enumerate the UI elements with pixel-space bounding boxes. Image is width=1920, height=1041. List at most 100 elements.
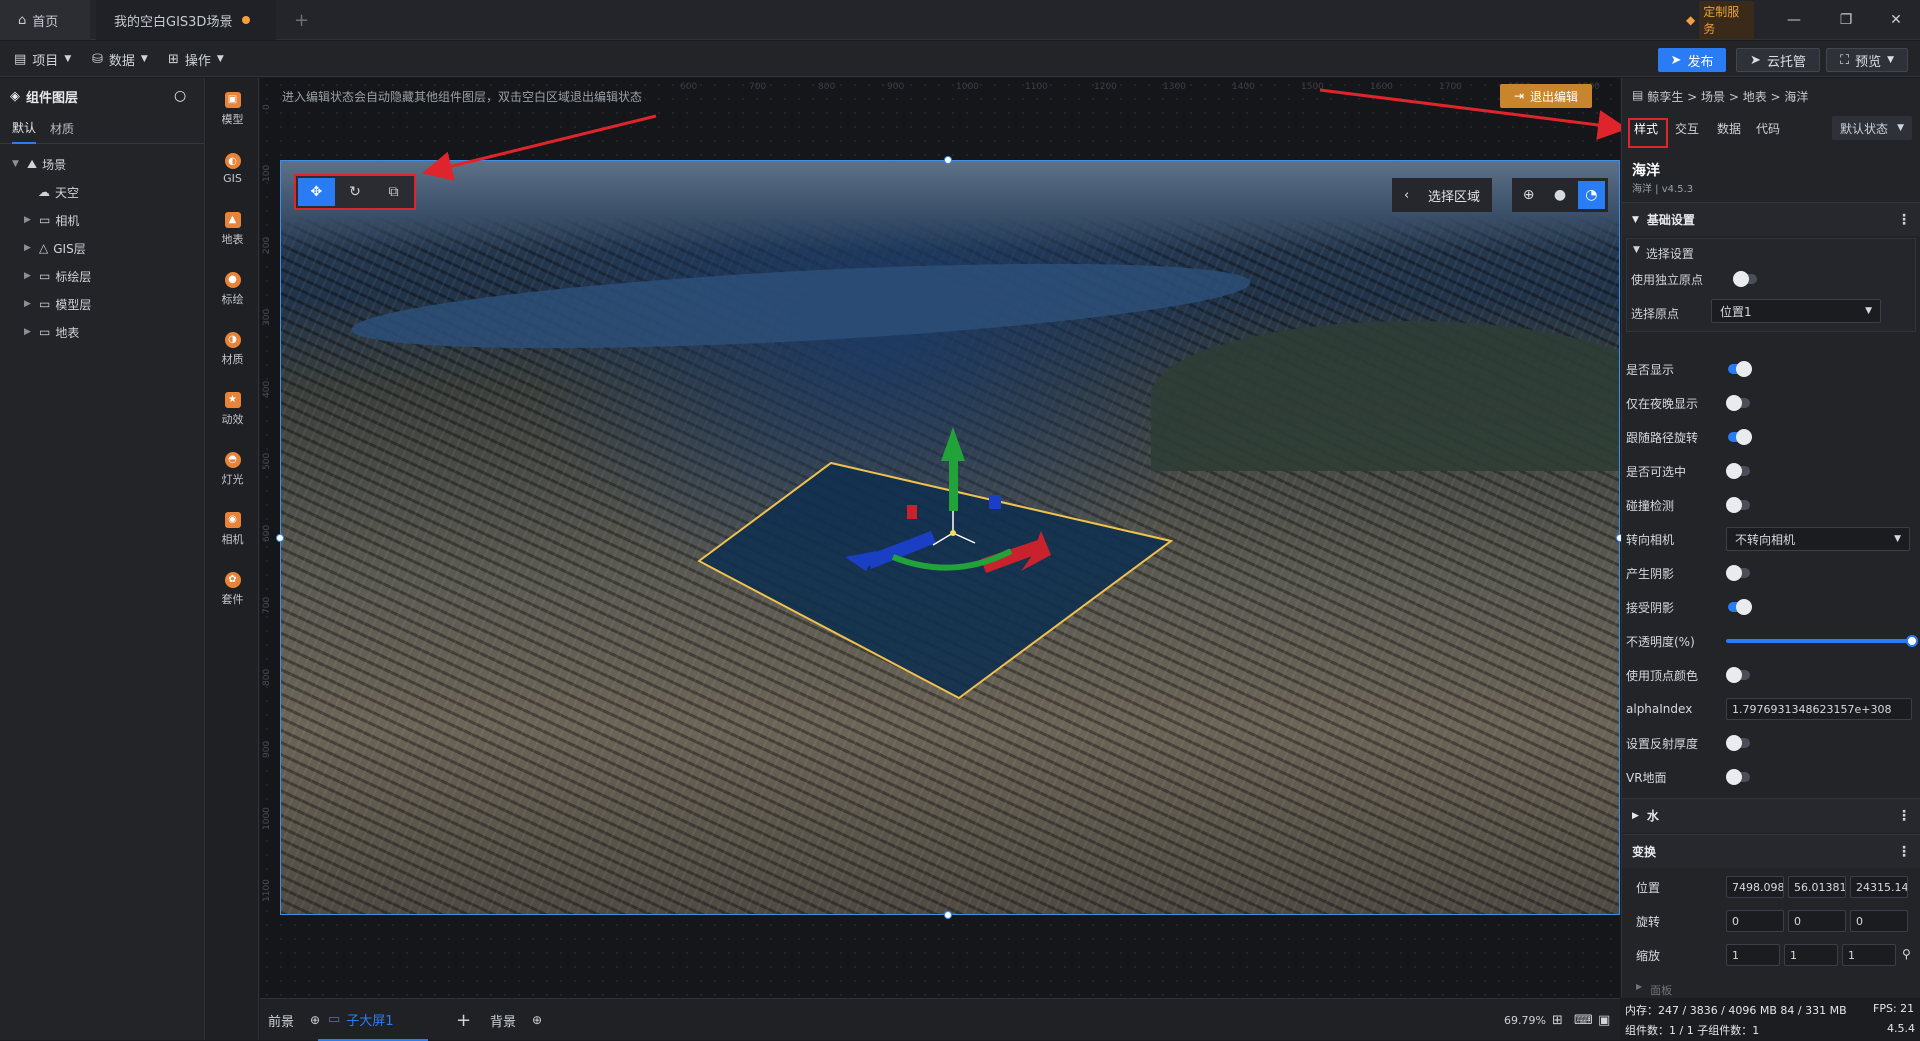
tree-node-gis[interactable]: ▶ △ GIS层 (0, 234, 204, 262)
tree-node-ground[interactable]: ▶ ▭ 地表 (0, 318, 204, 346)
vr-ground-toggle[interactable] (1726, 769, 1750, 785)
menu-operate[interactable]: ⊞ 操作 ▼ (168, 48, 224, 70)
transform-gizmo[interactable] (281, 161, 1620, 915)
sub-screen-tab[interactable]: ▭ 子大屏1 (318, 999, 428, 1041)
state-select[interactable]: 默认状态 ▼ (1832, 116, 1912, 140)
sphere-mode-icon[interactable]: ● (1546, 181, 1573, 209)
preview-button[interactable]: ⛶ 预览 ▼ (1826, 48, 1908, 72)
tab-code[interactable]: 代码 (1756, 120, 1780, 137)
minimize-button[interactable]: — (1778, 8, 1810, 32)
more-icon[interactable]: ⋮ (1897, 808, 1911, 824)
link-icon[interactable]: ⚲ (1902, 947, 1911, 961)
icon-bar-plot[interactable]: ● 标绘 (206, 264, 259, 314)
section-panel-cut[interactable]: ▶ 面板 (1636, 982, 1672, 998)
add-screen-button[interactable]: + (456, 999, 471, 1041)
rotation-y-input[interactable]: 0 (1788, 910, 1846, 932)
caret-right-icon[interactable]: ▶ (24, 327, 34, 337)
icon-bar-material[interactable]: ◑ 材质 (206, 324, 259, 374)
select-origin-select[interactable]: 位置1 ▼ (1711, 299, 1881, 323)
tab-interaction[interactable]: 交互 (1675, 120, 1699, 137)
custom-service-button[interactable]: ◆ 定制服务 (1686, 1, 1754, 39)
opacity-slider[interactable] (1726, 639, 1912, 643)
rotate-tool-button[interactable]: ↻ (337, 178, 374, 206)
publish-button[interactable]: ➤ 发布 (1658, 48, 1726, 72)
xy-plane-handle[interactable] (907, 505, 917, 519)
resize-handle-top[interactable] (944, 156, 952, 164)
gis-viewport[interactable] (280, 160, 1620, 915)
close-button[interactable]: ✕ (1880, 8, 1912, 32)
tree-node-sky[interactable]: ☁ 天空 (0, 178, 204, 206)
vertex-color-toggle[interactable] (1726, 667, 1750, 683)
tab-home[interactable]: ⌂ 首页 (0, 0, 90, 40)
search-icon[interactable]: ○ (174, 88, 186, 104)
zoom-level[interactable]: 69.79% (1504, 999, 1546, 1041)
orbit-mode-icon[interactable]: ◔ (1577, 181, 1605, 209)
more-icon[interactable]: ⋮ (1897, 844, 1911, 860)
icon-bar-kit[interactable]: ✿ 套件 (206, 564, 259, 614)
tab-data[interactable]: 数据 (1717, 120, 1741, 137)
select-settings-header[interactable]: ▼ 选择设置 (1633, 245, 1694, 262)
use-independent-origin-toggle[interactable] (1733, 271, 1757, 287)
caret-right-icon[interactable]: ▶ (24, 299, 34, 309)
alpha-index-input[interactable]: 1.7976931348623157e+308 (1726, 698, 1912, 720)
caret-right-icon[interactable]: ▶ (24, 271, 34, 281)
position-z-input[interactable]: 24315.148 (1850, 876, 1908, 898)
ocean-plane[interactable] (697, 461, 1174, 700)
keyboard-icon[interactable]: ⌨ (1574, 999, 1593, 1041)
caret-right-icon[interactable]: ▶ (24, 215, 34, 225)
tree-node-scene[interactable]: ▼ ⛰ 场景 (0, 150, 204, 178)
tab-material[interactable]: 材质 (50, 114, 74, 144)
caret-right-icon[interactable]: ▶ (24, 243, 34, 253)
y-axis-arrow[interactable] (941, 427, 965, 461)
globe-mode-icon[interactable]: ⊕ (1515, 181, 1542, 209)
cast-shadow-toggle[interactable] (1726, 565, 1750, 581)
tree-node-model[interactable]: ▶ ▭ 模型层 (0, 290, 204, 318)
add-circle-icon[interactable]: ⊕ (532, 1013, 542, 1027)
resize-handle-left[interactable] (276, 534, 284, 542)
scale-x-input[interactable]: 1 (1726, 944, 1780, 966)
icon-bar-camera[interactable]: ◉ 相机 (206, 504, 259, 554)
terminal-icon[interactable]: ▣ (1598, 999, 1610, 1041)
tree-node-plot[interactable]: ▶ ▭ 标绘层 (0, 262, 204, 290)
gizmo-center[interactable] (950, 530, 956, 536)
opacity-slider-handle[interactable] (1906, 635, 1918, 647)
position-x-input[interactable]: 7498.0986 (1726, 876, 1784, 898)
yz-plane-handle[interactable] (989, 495, 1001, 509)
receive-shadow-toggle[interactable] (1728, 599, 1752, 615)
exit-edit-button[interactable]: ⇥ 退出编辑 (1500, 84, 1592, 108)
scale-z-input[interactable]: 1 (1842, 944, 1896, 966)
face-camera-select[interactable]: 不转向相机 ▼ (1726, 527, 1910, 551)
restore-button[interactable]: ❐ (1830, 8, 1862, 32)
scale-tool-button[interactable]: ⧉ (375, 178, 412, 206)
caret-down-icon[interactable]: ▼ (12, 159, 22, 169)
rotation-x-input[interactable]: 0 (1726, 910, 1784, 932)
night-only-toggle[interactable] (1726, 395, 1750, 411)
position-y-input[interactable]: 56.013813 (1788, 876, 1846, 898)
selectable-toggle[interactable] (1726, 463, 1750, 479)
resize-handle-bottom[interactable] (944, 911, 952, 919)
icon-bar-effect[interactable]: ★ 动效 (206, 384, 259, 434)
rotation-z-input[interactable]: 0 (1850, 910, 1908, 932)
icon-bar-gis[interactable]: ◐ GIS (206, 144, 259, 194)
add-tab-button[interactable]: + (276, 0, 316, 40)
back-layer-tab[interactable]: 背景 ⊕ (490, 999, 542, 1041)
select-region-button[interactable]: ‹ 选择区域 (1392, 178, 1492, 212)
section-water[interactable]: ▶ 水 ⋮ (1622, 798, 1920, 832)
section-transform[interactable]: 变换 ⋮ (1622, 834, 1920, 868)
front-layer-tab[interactable]: 前景 ⊕ (268, 999, 320, 1041)
fit-screen-icon[interactable]: ⊞ (1552, 999, 1563, 1041)
reflection-toggle[interactable] (1726, 735, 1750, 751)
icon-bar-model[interactable]: ▣ 模型 (206, 84, 259, 134)
icon-bar-light[interactable]: ◓ 灯光 (206, 444, 259, 494)
cloud-host-button[interactable]: ➤ 云托管 (1736, 48, 1820, 72)
move-tool-button[interactable]: ✥ (298, 178, 335, 206)
scale-y-input[interactable]: 1 (1784, 944, 1838, 966)
path-rotate-toggle[interactable] (1728, 429, 1752, 445)
tab-default[interactable]: 默认 (12, 114, 37, 144)
tree-node-camera[interactable]: ▶ ▭ 相机 (0, 206, 204, 234)
visible-toggle[interactable] (1728, 361, 1752, 377)
menu-data[interactable]: ⛁ 数据 ▼ (92, 48, 148, 70)
collision-toggle[interactable] (1726, 497, 1750, 513)
more-icon[interactable]: ⋮ (1897, 212, 1911, 228)
menu-project[interactable]: ▤ 项目 ▼ (14, 48, 71, 70)
